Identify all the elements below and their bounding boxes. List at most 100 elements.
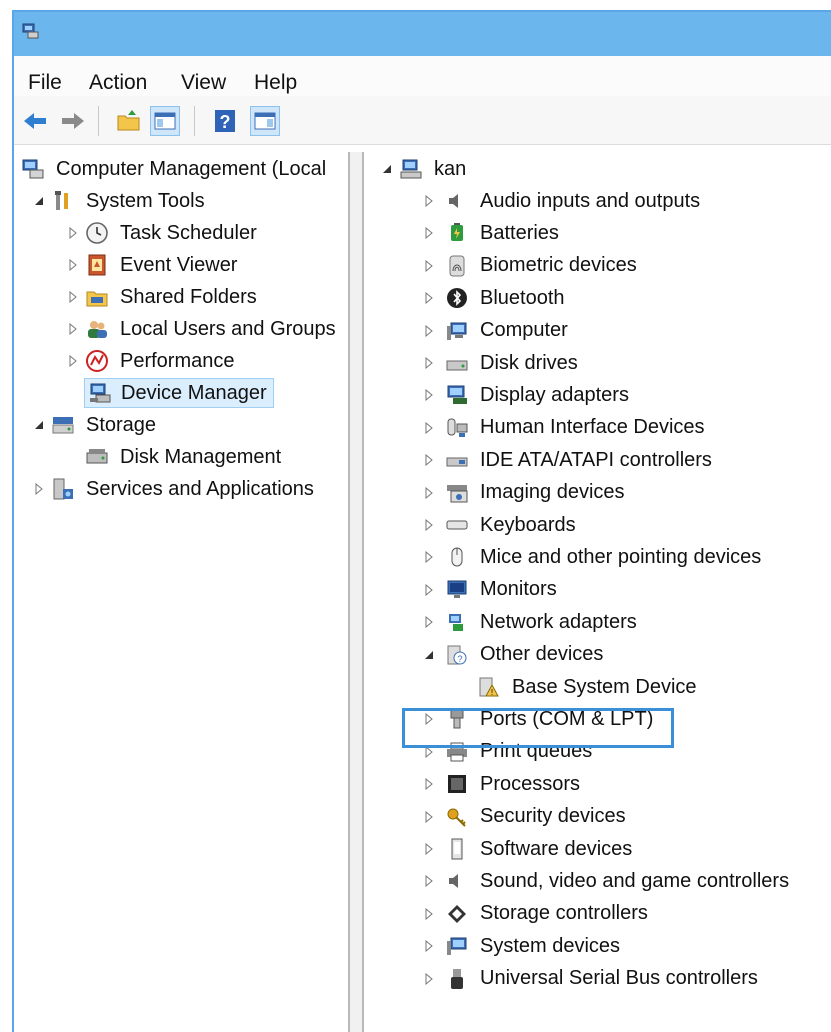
expanded-arrow-icon[interactable]	[32, 418, 46, 432]
hid-icon	[444, 415, 470, 441]
device-category-batteries[interactable]: Batteries	[422, 218, 561, 248]
collapsed-arrow-icon[interactable]	[422, 550, 436, 564]
tree-item-event-viewer[interactable]: Event Viewer	[66, 250, 239, 280]
collapsed-arrow-icon[interactable]	[422, 324, 436, 338]
device-category-ide-ata-atapi-controllers[interactable]: IDE ATA/ATAPI controllers	[422, 445, 714, 475]
system-tools-icon	[50, 188, 76, 214]
device-tree-root[interactable]: kan	[380, 154, 468, 184]
device-category-bluetooth[interactable]: Bluetooth	[422, 283, 567, 313]
menu-view[interactable]: View	[181, 71, 226, 95]
device-category-disk-drives[interactable]: Disk drives	[422, 348, 580, 378]
device-category-display-adapters[interactable]: Display adapters	[422, 380, 631, 410]
device-category-universal-serial-bus-controllers[interactable]: Universal Serial Bus controllers	[422, 964, 760, 994]
tree-item-storage[interactable]: Storage	[32, 410, 158, 440]
selected-node[interactable]: Device Manager	[84, 378, 274, 408]
collapsed-arrow-icon[interactable]	[422, 615, 436, 629]
collapsed-arrow-icon[interactable]	[422, 972, 436, 986]
collapsed-arrow-icon[interactable]	[422, 810, 436, 824]
menu-help[interactable]: Help	[254, 71, 297, 95]
tree-item-disk-management[interactable]: Disk Management	[84, 442, 283, 472]
services-icon	[50, 476, 76, 502]
computer-management-window: File Action View Help ? Computer Managem…	[12, 10, 831, 1032]
expanded-arrow-icon[interactable]	[422, 648, 436, 662]
device-category-keyboards[interactable]: Keyboards	[422, 510, 578, 540]
collapsed-arrow-icon[interactable]	[422, 777, 436, 791]
collapsed-arrow-icon[interactable]	[66, 354, 80, 368]
device-category-audio-inputs-and-outputs[interactable]: Audio inputs and outputs	[422, 186, 702, 216]
collapsed-arrow-icon[interactable]	[422, 907, 436, 921]
show-hide-console-tree-button[interactable]	[150, 106, 180, 136]
device-category-label: Mice and other pointing devices	[480, 545, 762, 568]
collapsed-arrow-icon[interactable]	[422, 194, 436, 208]
tree-item-computer-management[interactable]: Computer Management (Local	[20, 154, 328, 184]
collapsed-arrow-icon[interactable]	[422, 583, 436, 597]
back-arrow-icon[interactable]	[20, 106, 50, 136]
title-bar[interactable]	[14, 12, 831, 56]
console-tree-pane[interactable]: Computer Management (Local System Tools …	[14, 152, 350, 1032]
device-category-biometric-devices[interactable]: Biometric devices	[422, 251, 639, 281]
collapsed-arrow-icon[interactable]	[66, 322, 80, 336]
tree-item-task-scheduler[interactable]: Task Scheduler	[66, 218, 259, 248]
pane-splitter[interactable]	[350, 152, 362, 1032]
collapsed-arrow-icon[interactable]	[422, 842, 436, 856]
collapsed-arrow-icon[interactable]	[66, 258, 80, 272]
collapsed-arrow-icon[interactable]	[422, 486, 436, 500]
collapsed-arrow-icon[interactable]	[422, 453, 436, 467]
forward-arrow-icon[interactable]	[58, 106, 88, 136]
device-category-network-adapters[interactable]: Network adapters	[422, 607, 639, 637]
tree-item-performance[interactable]: Performance	[66, 346, 237, 376]
event-viewer-icon	[84, 252, 110, 278]
device-category-computer[interactable]: Computer	[422, 316, 570, 346]
speaker-icon	[444, 188, 470, 214]
device-category-processors[interactable]: Processors	[422, 769, 582, 799]
help-icon[interactable]: ?	[210, 106, 240, 136]
toolbar-separator	[194, 106, 195, 136]
collapsed-arrow-icon[interactable]	[66, 226, 80, 240]
device-category-sound-video-and-game-controllers[interactable]: Sound, video and game controllers	[422, 866, 791, 896]
key-icon	[444, 804, 470, 830]
device-category-mice-and-other-pointing-devices[interactable]: Mice and other pointing devices	[422, 542, 763, 572]
tree-item-services-applications[interactable]: Services and Applications	[32, 474, 316, 504]
collapsed-arrow-icon[interactable]	[422, 226, 436, 240]
tree-item-local-users-groups[interactable]: Local Users and Groups	[66, 314, 338, 344]
collapsed-arrow-icon[interactable]	[66, 290, 80, 304]
collapsed-arrow-icon[interactable]	[422, 291, 436, 305]
collapsed-arrow-icon[interactable]	[32, 482, 46, 496]
tree-item-shared-folders[interactable]: Shared Folders	[66, 282, 259, 312]
device-category-software-devices[interactable]: Software devices	[422, 834, 634, 864]
show-hide-action-pane-button[interactable]	[250, 106, 280, 136]
device-category-human-interface-devices[interactable]: Human Interface Devices	[422, 413, 707, 443]
device-manager-icon	[87, 380, 113, 406]
device-tree-pane[interactable]: kan Audio inputs and outputs Batteries Bio…	[362, 152, 831, 1032]
root-label: kan	[434, 157, 467, 180]
expanded-arrow-icon[interactable]	[380, 162, 394, 176]
collapsed-arrow-icon[interactable]	[422, 356, 436, 370]
expanded-arrow-icon[interactable]	[32, 194, 46, 208]
up-folder-icon[interactable]	[114, 106, 144, 136]
menu-action[interactable]: Action	[89, 71, 147, 95]
device-category-security-devices[interactable]: Security devices	[422, 802, 628, 832]
tree-item-system-tools[interactable]: System Tools	[32, 186, 207, 216]
device-category-label: Universal Serial Bus controllers	[480, 967, 758, 990]
device-category-label: Network adapters	[480, 610, 637, 633]
collapsed-arrow-icon[interactable]	[422, 421, 436, 435]
device-category-base-system-device[interactable]: ! Base System Device	[476, 672, 699, 702]
device-category-imaging-devices[interactable]: Imaging devices	[422, 478, 627, 508]
system-device-icon	[444, 933, 470, 959]
collapsed-arrow-icon[interactable]	[422, 939, 436, 953]
device-category-other-devices[interactable]: ? Other devices	[422, 640, 605, 670]
device-category-monitors[interactable]: Monitors	[422, 575, 559, 605]
device-category-storage-controllers[interactable]: Storage controllers	[422, 899, 650, 929]
tree-item-label: Task Scheduler	[120, 221, 257, 244]
monitor-computer-icon	[444, 318, 470, 344]
device-category-label: Keyboards	[480, 513, 576, 536]
collapsed-arrow-icon[interactable]	[422, 518, 436, 532]
menu-file[interactable]: File	[28, 71, 62, 95]
software-device-icon	[444, 836, 470, 862]
device-category-system-devices[interactable]: System devices	[422, 931, 622, 961]
collapsed-arrow-icon[interactable]	[422, 259, 436, 273]
tree-item-label: Computer Management (Local	[56, 157, 327, 180]
tree-item-device-manager[interactable]: Device Manager	[84, 378, 274, 408]
collapsed-arrow-icon[interactable]	[422, 388, 436, 402]
collapsed-arrow-icon[interactable]	[422, 874, 436, 888]
